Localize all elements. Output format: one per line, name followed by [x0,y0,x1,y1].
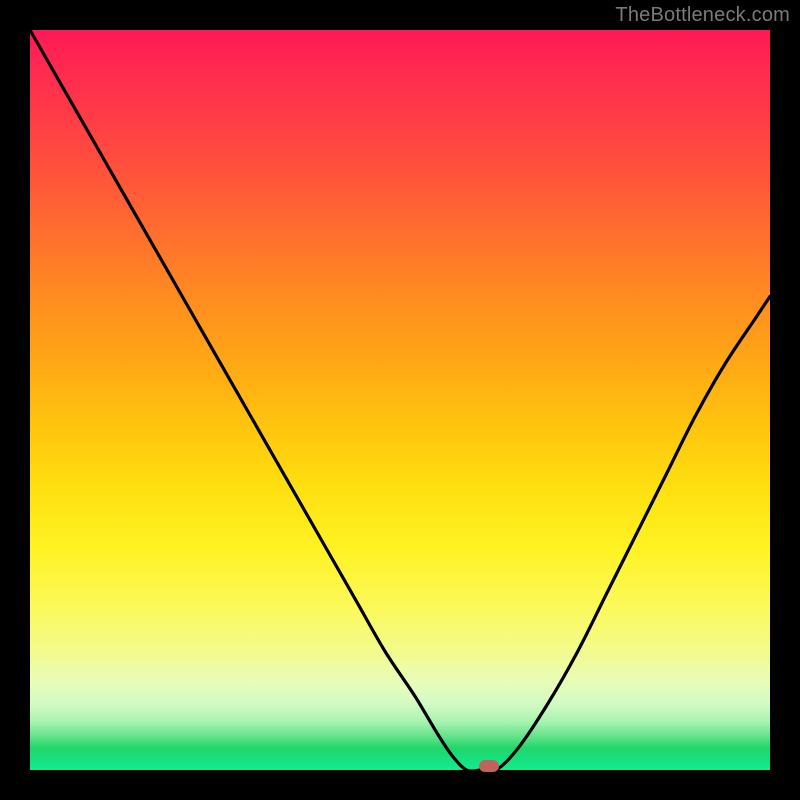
bottleneck-curve [30,30,770,772]
chart-frame: TheBottleneck.com [0,0,800,800]
plot-area [30,30,770,770]
curve-svg [30,30,770,770]
attribution-label: TheBottleneck.com [615,4,790,27]
optimal-marker [479,760,499,772]
